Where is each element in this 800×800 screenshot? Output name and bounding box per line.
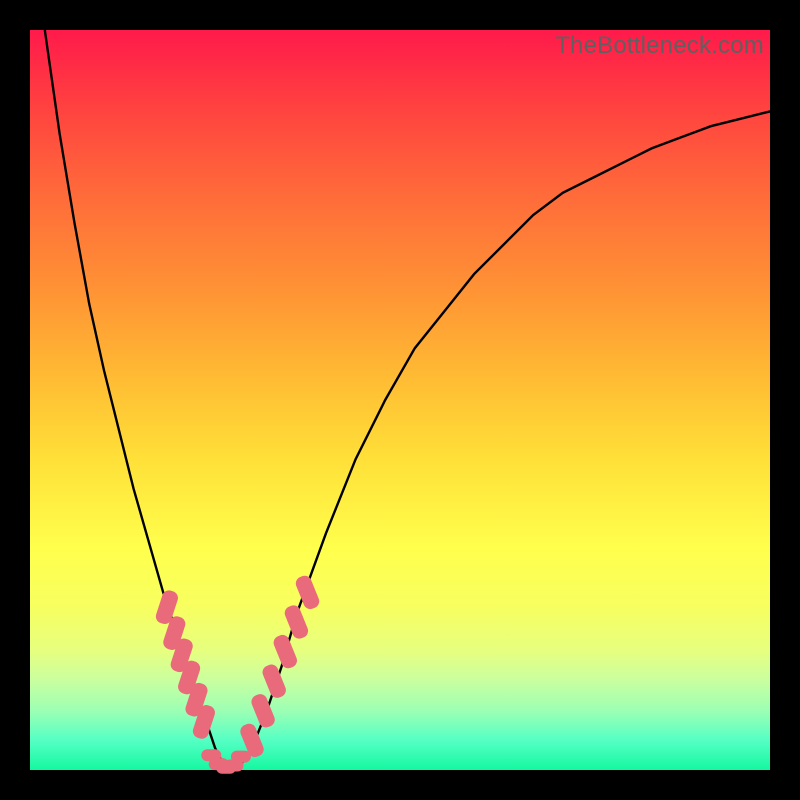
data-marker: [272, 633, 300, 671]
data-marker: [294, 574, 322, 612]
data-markers: [154, 574, 321, 774]
chart-frame: TheBottleneck.com: [0, 0, 800, 800]
bottleneck-curve: [30, 0, 770, 770]
data-marker: [249, 692, 277, 730]
curve-layer: [30, 30, 770, 770]
data-marker: [283, 603, 311, 641]
data-marker: [231, 751, 251, 763]
data-marker: [260, 662, 288, 700]
plot-area: TheBottleneck.com: [30, 30, 770, 770]
